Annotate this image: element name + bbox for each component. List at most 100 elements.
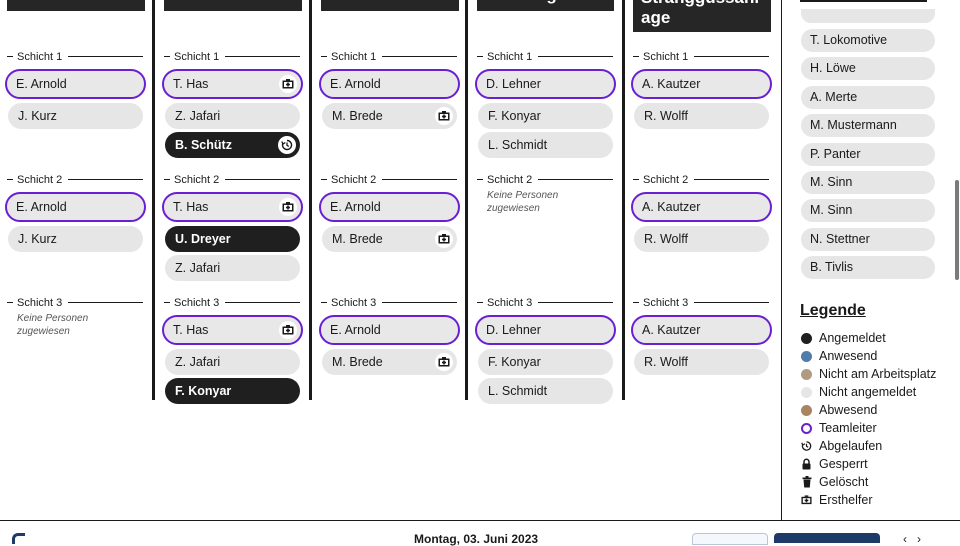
footer-divider [0,520,960,521]
shift-label-dash [633,56,639,57]
first-aid-icon [279,198,297,216]
person-card[interactable]: M. Brede [322,103,457,129]
shift-label: Schicht 3 [321,296,457,309]
team-lead-card[interactable]: E. Arnold [319,315,460,345]
person-card[interactable]: R. Wolff [634,226,769,252]
person-card[interactable]: U. Dreyer [165,226,300,252]
shift-board: CNC 1 Schicht 1 E. Arnold J. Kurz Schicht 2 E… [0,0,782,404]
person-card[interactable]: J. Kurz [8,103,143,129]
workstation-header: CNC 1 [7,0,145,11]
person-card[interactable]: M. Brede [322,226,457,252]
unassigned-person-card[interactable]: T. Lokomotive [801,29,935,52]
person-card[interactable]: Z. Jafari [165,255,300,281]
shift-label-rule [68,179,143,180]
shift-label-dash [321,302,327,303]
pagination-arrows[interactable]: ‹ › [903,532,921,546]
shift-label-rule [68,56,143,57]
person-card[interactable]: F. Konyar [478,103,613,129]
shift-label-dash [164,302,170,303]
first-aid-icon [801,494,812,506]
shift-label-text: Schicht 2 [331,173,377,186]
workstation-header: Stranggussanl age [633,0,771,32]
person-name: A. Kautzer [642,323,701,337]
secondary-button[interactable] [692,533,768,545]
unassigned-person-card[interactable]: B. Tivlis [801,256,935,280]
shift-label-rule [225,302,300,303]
unassigned-person-card[interactable]: N. Stettner [801,227,935,251]
team-lead-card[interactable]: E. Arnold [319,69,460,99]
person-name: F. Konyar [488,109,541,123]
person-name: L. Schmidt [488,384,548,398]
team-lead-card[interactable]: D. Lehner [475,69,616,99]
column-divider [465,0,468,400]
person-card[interactable]: R. Wolff [634,103,769,129]
legend-label: Gelöscht [819,475,869,489]
shift-label: Schicht 2 [7,173,143,186]
primary-button[interactable] [774,533,880,543]
unassigned-person-card[interactable]: M. Mustermann [801,114,935,138]
column-divider [309,0,312,400]
team-lead-card[interactable]: E. Arnold [5,192,146,222]
person-card[interactable]: R. Wolff [634,349,769,375]
team-lead-card[interactable]: T. Has [162,192,303,222]
team-lead-card[interactable]: T. Has [162,69,303,99]
unassigned-person-card[interactable]: P. Panter [801,142,935,166]
workstation-header: PDC 1884 [321,0,459,11]
team-lead-card[interactable]: E. Arnold [319,192,460,222]
shift-label: Schicht 3 [633,296,769,309]
team-lead-card[interactable]: A. Kautzer [631,192,772,222]
shift-label: Schicht 1 [321,50,457,63]
shift-label-dash [7,302,13,303]
trash-icon [801,476,812,488]
legend-item: Abwesend [801,402,877,418]
person-card[interactable]: F. Konyar [478,349,613,375]
unassigned-person-card[interactable]: A. Merte [801,85,935,109]
person-name: Z. Jafari [175,109,221,123]
status-dot-icon [801,368,812,380]
legend-label: Teamleiter [819,421,877,435]
person-name: D. Lehner [486,77,541,91]
person-card[interactable]: F. Konyar [165,378,300,404]
shift-label-text: Schicht 2 [643,173,689,186]
shift-label: Schicht 2 [321,173,457,186]
unassigned-person-card[interactable]: H. Löwe [801,57,935,81]
person-card[interactable]: J. Kurz [8,226,143,252]
sidebar-scrollbar[interactable] [955,180,959,280]
sidebar-person-partial[interactable] [801,9,935,23]
unassigned-person-card[interactable]: M. Sinn [801,199,935,223]
team-lead-card[interactable]: T. Has [162,315,303,345]
shift-label-text: Schicht 1 [487,50,533,63]
shift-label-rule [694,56,769,57]
person-card[interactable]: M. Brede [322,349,457,375]
shift-label-dash [164,179,170,180]
team-lead-card[interactable]: A. Kautzer [631,315,772,345]
person-name: E. Arnold [16,77,67,91]
person-card[interactable]: L. Schmidt [478,378,613,404]
person-name: F. Konyar [175,384,232,398]
shift-label: Schicht 2 [633,173,769,186]
shift-label-rule [694,179,769,180]
person-card[interactable]: B. Schütz [165,132,300,158]
team-lead-card[interactable]: D. Lehner [475,315,616,345]
shift-label: Schicht 3 [164,296,300,309]
person-name: A. Kautzer [642,77,701,91]
team-lead-card[interactable]: A. Kautzer [631,69,772,99]
shift-label: Schicht 1 [477,50,613,63]
status-dot-icon [801,386,812,398]
legend-item: Angemeldet [801,330,886,346]
shift-label-dash [7,56,13,57]
person-card[interactable]: Z. Jafari [165,349,300,375]
person-name: Z. Jafari [175,355,221,369]
app-logo-icon [12,533,25,544]
expired-icon [801,440,812,452]
status-dot-icon [801,404,812,416]
person-card[interactable]: L. Schmidt [478,132,613,158]
unassigned-person-card[interactable]: M. Sinn [801,171,935,194]
legend-item: Nicht angemeldet [801,384,916,400]
team-lead-card[interactable]: E. Arnold [5,69,146,99]
shift-label: Schicht 3 [7,296,143,309]
person-card[interactable]: Z. Jafari [165,103,300,129]
shift-label-dash [321,179,327,180]
shift-label-dash [477,302,483,303]
person-name: R. Wolff [644,355,688,369]
